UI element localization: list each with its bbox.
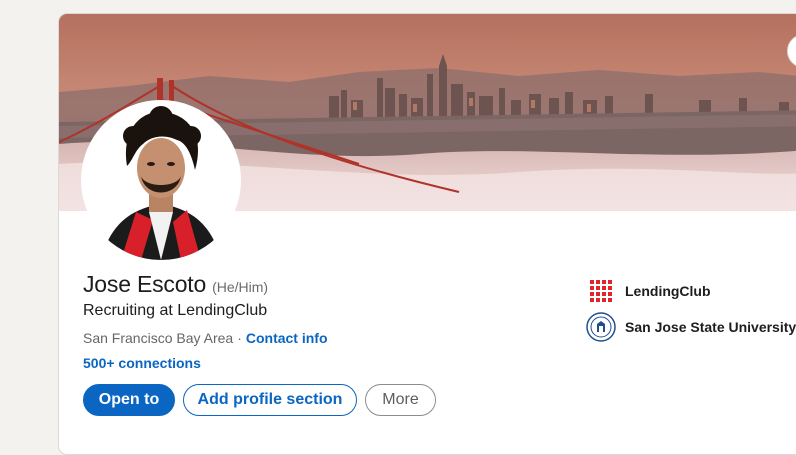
- lendingclub-logo-icon: [585, 275, 617, 307]
- open-to-button[interactable]: Open to: [83, 384, 175, 416]
- profile-actions: Open to Add profile section More: [83, 384, 436, 416]
- profile-location: San Francisco Bay Area: [83, 330, 234, 346]
- sjsu-seal-icon: [585, 311, 617, 343]
- location-separator: ·: [237, 330, 242, 346]
- education-school[interactable]: San Jose State University: [585, 311, 796, 343]
- current-company[interactable]: LendingClub: [585, 275, 711, 307]
- add-profile-section-button[interactable]: Add profile section: [183, 384, 357, 416]
- more-button[interactable]: More: [365, 384, 436, 416]
- contact-info-link[interactable]: Contact info: [246, 330, 328, 346]
- profile-name: Jose Escoto: [83, 271, 207, 297]
- company-name: LendingClub: [625, 283, 711, 299]
- school-name: San Jose State University: [625, 319, 796, 335]
- profile-pronouns: (He/Him): [212, 279, 269, 295]
- profile-card: Jose Escoto (He/Him) Recruiting at Lendi…: [58, 13, 796, 455]
- connections-link[interactable]: 500+ connections: [83, 355, 201, 371]
- profile-photo[interactable]: [81, 100, 241, 260]
- location-row: San Francisco Bay Area · Contact info: [83, 330, 328, 346]
- name-row: Jose Escoto (He/Him): [83, 271, 268, 298]
- profile-headline: Recruiting at LendingClub: [83, 302, 268, 319]
